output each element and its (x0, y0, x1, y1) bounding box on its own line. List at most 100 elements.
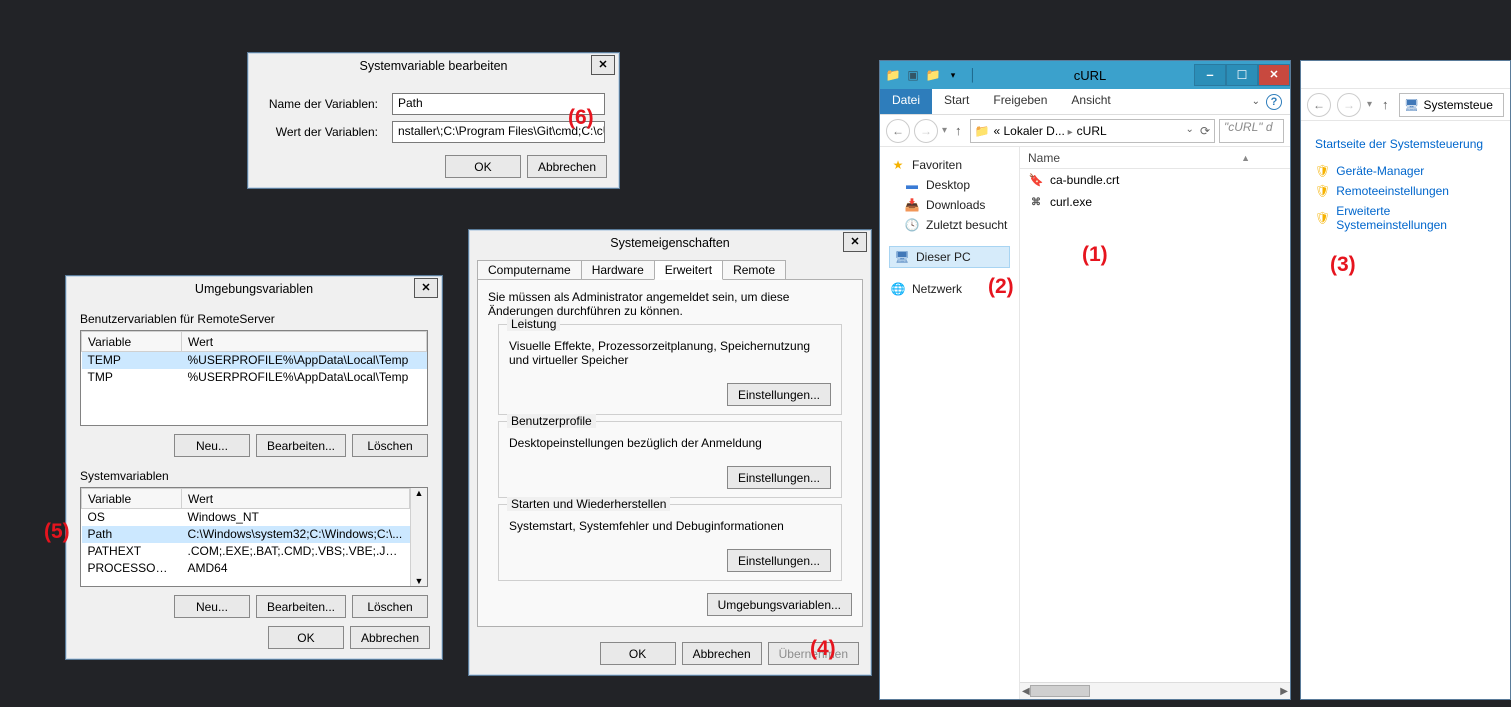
downloads-icon: 📥 (904, 197, 920, 213)
forward-button[interactable]: → (1337, 93, 1361, 117)
navigation-bar: ← → ▾ ↑ 🖥 Systemsteue (1301, 89, 1510, 121)
link-remote-settings[interactable]: 🛡Remoteeinstellungen (1315, 181, 1496, 201)
col-name[interactable]: Name (1028, 151, 1060, 165)
new-button[interactable]: Neu... (174, 595, 250, 618)
var-name-input[interactable]: Path (392, 93, 605, 115)
back-button[interactable]: ← (886, 119, 910, 143)
apply-button[interactable]: Übernehmen (768, 642, 859, 665)
col-value[interactable]: Wert (182, 332, 427, 352)
close-button[interactable] (843, 232, 867, 252)
maximize-icon (1237, 68, 1248, 82)
ribbon-tab-share[interactable]: Freigeben (981, 89, 1059, 114)
file-row[interactable]: ⌘ curl.exe (1020, 191, 1290, 213)
file-row[interactable]: 🔖 ca-bundle.crt (1020, 169, 1290, 191)
address-dropdown-icon[interactable]: ⌄ (1186, 124, 1194, 138)
refresh-icon[interactable]: ⟳ (1200, 124, 1210, 138)
ribbon-tab-start[interactable]: Start (932, 89, 981, 114)
search-input[interactable]: "cURL" d (1219, 119, 1284, 143)
cancel-button[interactable]: Abbrechen (350, 626, 430, 649)
titlebar[interactable] (1301, 61, 1510, 89)
file-list[interactable]: Name ▲ 🔖 ca-bundle.crt ⌘ curl.exe ◀▶ (1020, 147, 1290, 699)
folder-icon: 📁 (975, 124, 990, 138)
up-button[interactable]: ↑ (1378, 97, 1393, 112)
sidebar-item-this-pc[interactable]: 🖥Dieser PC (889, 246, 1010, 268)
edit-button[interactable]: Bearbeiten... (256, 595, 346, 618)
breadcrumb-segment[interactable]: cURL (1077, 124, 1107, 138)
tab-bar: Computername Hardware Erweitert Remote (477, 260, 863, 280)
new-folder-icon[interactable]: 📁 (924, 66, 942, 84)
link-advanced-system-settings[interactable]: 🛡Erweiterte Systemeinstellungen (1315, 201, 1496, 235)
ok-button[interactable]: OK (445, 155, 521, 178)
tab-hardware[interactable]: Hardware (581, 260, 655, 280)
delete-button[interactable]: Löschen (352, 595, 428, 618)
user-vars-list[interactable]: Variable Wert TEMP %USERPROFILE%\AppData… (80, 330, 428, 426)
tab-advanced[interactable]: Erweitert (654, 260, 723, 280)
table-row[interactable]: PATHEXT.COM;.EXE;.BAT;.CMD;.VBS;.VBE;.JS… (82, 543, 410, 560)
expand-ribbon-icon[interactable]: ⌄ (1252, 96, 1260, 107)
cancel-button[interactable]: Abbrechen (527, 155, 607, 178)
close-button[interactable] (414, 278, 438, 298)
minimize-button[interactable] (1194, 64, 1226, 86)
breadcrumb-segment[interactable]: Systemsteue (1424, 98, 1493, 112)
properties-icon[interactable]: ▣ (904, 66, 922, 84)
link-device-manager[interactable]: 🛡Geräte-Manager (1315, 161, 1496, 181)
sidebar-item-network[interactable]: 🌐Netzwerk (886, 279, 1013, 299)
ok-button[interactable]: OK (600, 642, 676, 665)
startup-settings-button[interactable]: Einstellungen... (727, 549, 831, 572)
forward-button[interactable]: → (914, 119, 938, 143)
column-header[interactable]: Name ▲ (1020, 147, 1290, 169)
system-vars-heading: Systemvariablen (80, 469, 428, 483)
table-row[interactable]: OSWindows_NT (82, 509, 410, 526)
breadcrumb-segment[interactable]: « Lokaler D... (993, 124, 1072, 138)
back-button[interactable]: ← (1307, 93, 1331, 117)
close-button[interactable] (1258, 64, 1290, 86)
sidebar-item-downloads[interactable]: 📥Downloads (886, 195, 1013, 215)
cert-icon: 🔖 (1028, 172, 1044, 188)
table-row[interactable]: TMP %USERPROFILE%\AppData\Local\Temp (82, 369, 427, 386)
maximize-button[interactable] (1226, 64, 1258, 86)
sidebar-item-desktop[interactable]: ▬Desktop (886, 175, 1013, 195)
close-button[interactable] (591, 55, 615, 75)
edit-system-variable-dialog: Systemvariable bearbeiten Name der Varia… (247, 52, 620, 189)
edit-button[interactable]: Bearbeiten... (256, 434, 346, 457)
scrollbar[interactable]: ▲▼ (410, 488, 427, 586)
performance-settings-button[interactable]: Einstellungen... (727, 383, 831, 406)
network-icon: 🌐 (890, 281, 906, 297)
ok-button[interactable]: OK (268, 626, 344, 649)
window-title: cURL (986, 68, 1194, 83)
ribbon-tab-view[interactable]: Ansicht (1059, 89, 1122, 114)
col-variable[interactable]: Variable (82, 489, 182, 509)
cancel-button[interactable]: Abbrechen (682, 642, 762, 665)
computer-icon: 🖥 (894, 249, 910, 265)
col-value[interactable]: Wert (182, 489, 410, 509)
horizontal-scrollbar[interactable]: ◀▶ (1020, 682, 1290, 699)
environment-variables-button[interactable]: Umgebungsvariablen... (707, 593, 852, 616)
address-bar[interactable]: 📁 « Lokaler D... cURL ⌄ ⟳ (970, 119, 1215, 143)
environment-variables-dialog: Umgebungsvariablen Benutzervariablen für… (65, 275, 443, 660)
delete-button[interactable]: Löschen (352, 434, 428, 457)
control-panel-home-link[interactable]: Startseite der Systemsteuerung (1315, 137, 1496, 151)
sidebar-item-recent[interactable]: 🕓Zuletzt besucht (886, 215, 1013, 235)
table-row[interactable]: PROCESSOR_A...AMD64 (82, 560, 410, 577)
new-button[interactable]: Neu... (174, 434, 250, 457)
system-vars-list[interactable]: Variable Wert OSWindows_NT PathC:\Window… (80, 487, 428, 587)
var-value-input[interactable]: nstaller\;C:\Program Files\Git\cmd;C:\cU… (392, 121, 605, 143)
exe-icon: ⌘ (1028, 194, 1044, 210)
startup-text: Systemstart, Systemfehler und Debuginfor… (509, 519, 831, 533)
up-button[interactable]: ↑ (951, 123, 966, 138)
ribbon-tab-file[interactable]: Datei (880, 89, 932, 114)
address-bar[interactable]: 🖥 Systemsteue (1399, 93, 1504, 117)
history-dropdown-icon[interactable]: ▾ (1367, 99, 1372, 110)
sidebar-group-favorites[interactable]: ★Favoriten (886, 155, 1013, 175)
profiles-text: Desktopeinstellungen bezüglich der Anmel… (509, 436, 831, 450)
qat-dropdown-icon[interactable]: ▾ (944, 66, 962, 84)
profiles-settings-button[interactable]: Einstellungen... (727, 466, 831, 489)
help-icon[interactable]: ? (1266, 94, 1282, 110)
history-dropdown-icon[interactable]: ▾ (942, 125, 947, 136)
tab-computername[interactable]: Computername (477, 260, 582, 280)
titlebar[interactable]: 📁 ▣ 📁 ▾ │ cURL (880, 61, 1290, 89)
table-row[interactable]: PathC:\Windows\system32;C:\Windows;C:\..… (82, 526, 410, 543)
table-row[interactable]: TEMP %USERPROFILE%\AppData\Local\Temp (82, 352, 427, 369)
tab-remote[interactable]: Remote (722, 260, 786, 280)
col-variable[interactable]: Variable (82, 332, 182, 352)
